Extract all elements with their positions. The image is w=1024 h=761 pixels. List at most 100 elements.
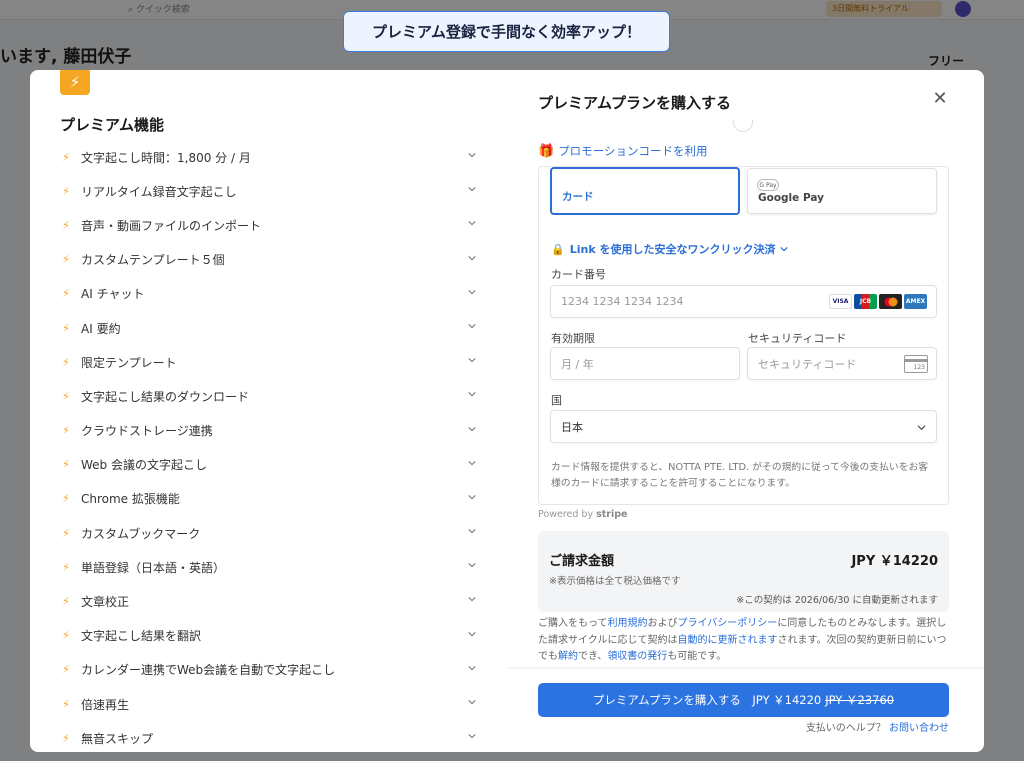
cancel-link[interactable]: 解約 bbox=[558, 651, 578, 662]
cvc-card-icon: 123 bbox=[904, 355, 928, 373]
chevron-down-icon bbox=[468, 734, 476, 739]
lightning-icon: ⚡ bbox=[62, 663, 70, 677]
consent-text: カード情報を提供すると、NOTTA PTE. LTD. がその規約に従って今後の… bbox=[551, 462, 929, 489]
privacy-policy-link[interactable]: プライバシーポリシー bbox=[678, 618, 778, 629]
feature-item[interactable]: ⚡ 無音スキップ bbox=[57, 721, 479, 752]
lightning-icon: ⚡ bbox=[62, 424, 70, 438]
lightning-icon: ⚡ bbox=[62, 321, 70, 335]
auto-renew-link[interactable]: 自動的に更新されます bbox=[678, 635, 778, 646]
feature-item[interactable]: ⚡ 文字起こし結果のダウンロード bbox=[57, 379, 479, 413]
mastercard-icon bbox=[879, 294, 902, 309]
card-number-label: カード番号 bbox=[551, 268, 606, 281]
lightning-icon: ⚡ bbox=[62, 595, 70, 609]
lightning-icon: ⚡ bbox=[62, 492, 70, 506]
chevron-down-icon bbox=[468, 153, 476, 158]
close-icon[interactable]: ✕ bbox=[931, 90, 949, 108]
chevron-down-icon bbox=[468, 426, 476, 431]
card-brands: VISA JCB AMEX bbox=[829, 294, 927, 309]
feature-item[interactable]: ⚡ 単語登録（日本語・英語） bbox=[57, 550, 479, 584]
feature-item[interactable]: ⚡ 限定テンプレート bbox=[57, 345, 479, 379]
premium-purchase-modal: ⚡ プレミアム機能 ⚡ 文字起こし時間：1,800 分 / 月 ⚡ リアルタイム録音… bbox=[30, 70, 984, 752]
feature-item[interactable]: ⚡ Chrome 拡張機能 bbox=[57, 482, 479, 516]
chevron-down-icon bbox=[780, 246, 789, 252]
lightning-icon: ⚡ bbox=[62, 389, 70, 403]
feature-item[interactable]: ⚡ 文字起こし時間：1,800 分 / 月 bbox=[57, 140, 479, 174]
lightning-icon: ⚡ bbox=[62, 697, 70, 711]
lightning-icon: ⚡ bbox=[62, 287, 70, 301]
feature-item[interactable]: ⚡ 文字起こし結果を翻訳 bbox=[57, 619, 479, 653]
link-checkout-toggle[interactable]: 🔒 Link を使用した安全なワンクリック決済 bbox=[551, 241, 789, 257]
renewal-note: ※この契約は 2026/06/30 に自動更新されます bbox=[736, 595, 938, 606]
scroll-indicator bbox=[733, 120, 753, 132]
gift-icon: 🎁 bbox=[538, 143, 555, 159]
feature-item[interactable]: ⚡ リアルタイム録音文字起こし bbox=[57, 174, 479, 208]
amex-icon: AMEX bbox=[904, 294, 927, 309]
promo-banner: プレミアム登録で手間なく効率アップ！ bbox=[343, 11, 670, 52]
lightning-icon: ⚡ bbox=[62, 218, 70, 232]
footer-divider bbox=[508, 667, 984, 670]
chevron-down-icon bbox=[468, 255, 476, 260]
feature-item[interactable]: ⚡ カスタムテンプレート５個 bbox=[57, 243, 479, 277]
chevron-down-icon bbox=[917, 425, 926, 431]
payment-form: カード G Pay Google Pay 🔒 Link を使用した安全なワンクリ… bbox=[538, 166, 949, 505]
cvc-label: セキュリティコード bbox=[748, 332, 847, 345]
chevron-down-icon bbox=[468, 563, 476, 568]
original-price: JPY ￥23760 bbox=[825, 693, 895, 707]
features-title: プレミアム機能 bbox=[60, 116, 164, 134]
jcb-icon: JCB bbox=[854, 294, 877, 309]
chevron-down-icon bbox=[468, 494, 476, 500]
lightning-icon: ⚡ bbox=[62, 150, 70, 164]
purchase-title: プレミアムプランを購入する bbox=[538, 94, 732, 112]
feature-item[interactable]: ⚡ クラウドストレージ連携 bbox=[57, 414, 479, 448]
purchase-premium-button[interactable]: プレミアムプランを購入する JPY ￥14220 JPY ￥23760 bbox=[538, 683, 949, 717]
google-pay-icon: G Pay bbox=[757, 179, 779, 191]
expiry-label: 有効期限 bbox=[551, 332, 595, 345]
chevron-down-icon bbox=[468, 358, 476, 363]
chevron-down-icon bbox=[468, 187, 476, 192]
feature-item[interactable]: ⚡ 文章校正 bbox=[57, 584, 479, 618]
tax-note: ※表示価格は全て税込価格です bbox=[549, 576, 681, 587]
cvc-input[interactable]: セキュリティコード 123 bbox=[747, 347, 937, 380]
feature-item[interactable]: ⚡ カレンダー連携でWeb会議を自動で文字起こし bbox=[57, 653, 479, 687]
receipt-link[interactable]: 領収書の発行 bbox=[607, 651, 667, 662]
lightning-icon: ⚡ bbox=[62, 355, 70, 369]
payment-help: 支払いのヘルプ？ お問い合わせ bbox=[805, 723, 949, 734]
lightning-icon: ⚡ bbox=[62, 560, 70, 574]
billing-label: ご請求金額 bbox=[549, 554, 615, 569]
powered-by-stripe: Powered by stripe bbox=[538, 509, 628, 520]
lock-icon: 🔒 bbox=[551, 242, 565, 256]
feature-item[interactable]: ⚡ AI 要約 bbox=[57, 311, 479, 345]
feature-item[interactable]: ⚡ AI チャット bbox=[57, 277, 479, 311]
tab-google-pay[interactable]: G Pay Google Pay bbox=[747, 168, 937, 214]
expiry-input[interactable]: 月 / 年 bbox=[550, 347, 740, 380]
chevron-down-icon bbox=[468, 323, 476, 329]
country-select[interactable]: 日本 bbox=[550, 410, 937, 443]
chevron-down-icon bbox=[468, 221, 476, 226]
lightning-icon: ⚡ bbox=[60, 70, 90, 95]
card-number-input[interactable]: 1234 1234 1234 1234 VISA JCB AMEX bbox=[550, 285, 937, 318]
billing-amount: JPY ￥14220 bbox=[851, 554, 938, 569]
feature-item[interactable]: ⚡ カスタムブックマーク bbox=[57, 516, 479, 550]
promo-code-link[interactable]: 🎁 プロモーションコードを利用 bbox=[538, 143, 707, 159]
terms-text: ご購入をもって利用規約およびプライバシーポリシーに同意したものとみなします。選択… bbox=[538, 618, 947, 662]
chevron-down-icon bbox=[468, 631, 476, 637]
lightning-icon: ⚡ bbox=[62, 184, 70, 198]
feature-item[interactable]: ⚡ Web 会議の文字起こし bbox=[57, 448, 479, 482]
lightning-icon: ⚡ bbox=[62, 629, 70, 643]
lightning-icon: ⚡ bbox=[62, 731, 70, 745]
tab-card[interactable]: カード bbox=[550, 167, 740, 215]
billing-summary: ご請求金額 JPY ￥14220 ※表示価格は全て税込価格です ※この契約は 2… bbox=[538, 531, 949, 612]
chevron-down-icon bbox=[468, 460, 476, 466]
chevron-down-icon bbox=[468, 665, 476, 671]
country-label: 国 bbox=[551, 394, 562, 407]
terms-of-use-link[interactable]: 利用規約 bbox=[608, 618, 648, 629]
chevron-down-icon bbox=[468, 700, 476, 705]
visa-icon: VISA bbox=[829, 294, 852, 309]
feature-item[interactable]: ⚡ 音声・動画ファイルのインポート bbox=[57, 208, 479, 242]
chevron-down-icon bbox=[468, 529, 476, 534]
lightning-icon: ⚡ bbox=[62, 458, 70, 472]
contact-link[interactable]: お問い合わせ bbox=[889, 723, 949, 734]
chevron-down-icon bbox=[468, 392, 476, 397]
feature-item[interactable]: ⚡ 倍速再生 bbox=[57, 687, 479, 721]
chevron-down-icon bbox=[468, 289, 476, 295]
